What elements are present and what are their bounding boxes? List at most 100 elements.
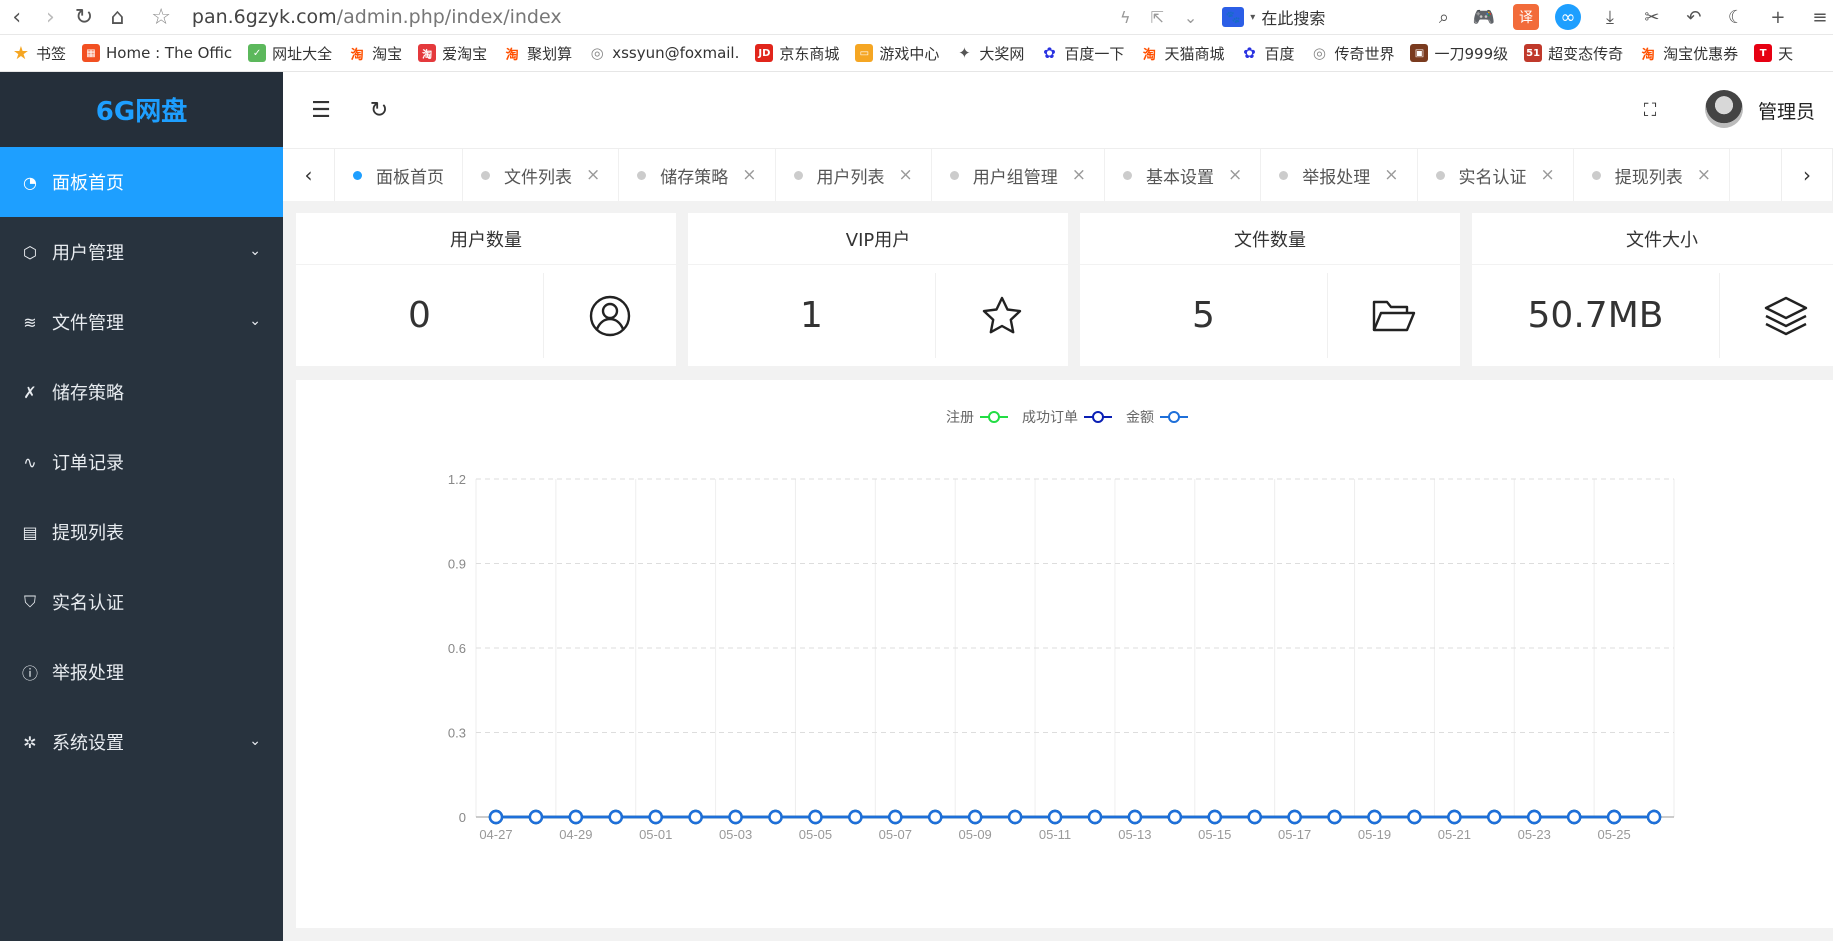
scissors-icon[interactable]: ✂ [1639, 4, 1665, 30]
bookmark-item[interactable]: ◎ xssyun@foxmail. [588, 44, 740, 62]
globe-icon: ◎ [1312, 44, 1327, 62]
refresh-icon[interactable]: ↻ [359, 90, 399, 130]
x-tick-label: 05-25 [1597, 827, 1630, 842]
bookmark-item[interactable]: 淘天猫商城 [1140, 43, 1225, 64]
bookmark-item[interactable]: ✦ 大奖网 [955, 43, 1024, 64]
fullscreen-icon[interactable]: ⛶ [1630, 90, 1670, 130]
bookmark-item[interactable]: ◎ 传奇世界 [1310, 43, 1395, 64]
download-icon[interactable]: ⤓ [1597, 4, 1623, 30]
bookmark-item[interactable]: 淘淘宝 [348, 43, 403, 64]
address-bar[interactable]: pan.6gzyk.com/admin.php/index/index [192, 6, 830, 28]
chevron-down-icon[interactable]: ⌄ [1184, 8, 1197, 27]
tmall-icon: T [1754, 44, 1773, 62]
moon-icon[interactable]: ☾ [1723, 4, 1749, 30]
tab[interactable]: 实名认证 × [1418, 149, 1574, 201]
x-tick-label: 05-07 [879, 827, 912, 842]
forward-icon[interactable]: › [34, 0, 68, 35]
search-box[interactable]: 🐾 ▾ 在此搜索 ⌕ [1222, 3, 1449, 31]
bookmark-star-icon[interactable]: ☆ [144, 5, 178, 30]
bookmark-item[interactable]: T天 [1754, 43, 1793, 64]
y-tick-label: 0 [459, 810, 466, 825]
close-icon[interactable]: × [586, 165, 600, 185]
sidebar-item[interactable]: ✗ 储存策略 [0, 357, 283, 427]
data-point [928, 809, 943, 825]
close-icon[interactable]: × [899, 165, 913, 185]
chevron-down-icon[interactable]: ⌄ [249, 733, 261, 749]
admin-name[interactable]: 管理员 [1758, 97, 1815, 124]
tab[interactable]: 用户列表 × [776, 149, 932, 201]
tab[interactable]: 提现列表 × [1574, 149, 1730, 201]
data-point [568, 809, 584, 825]
menu-icon[interactable]: ≡ [1807, 4, 1833, 30]
data-point [1606, 809, 1622, 825]
bookmark-item[interactable]: ▦ Home : The Offic [82, 44, 232, 62]
bookmark-item[interactable]: ▣ 一刀999级 [1410, 43, 1508, 64]
lightning-icon[interactable]: ϟ [1120, 8, 1131, 27]
app-logo[interactable]: 6G网盘 [0, 72, 283, 147]
close-icon[interactable]: × [1384, 165, 1398, 185]
tab-dot-icon [353, 170, 362, 180]
star-outline-icon [936, 273, 1068, 358]
sidebar-item[interactable]: ▤ 提现列表 [0, 497, 283, 567]
tab-scroll-left-icon[interactable]: ‹ [283, 149, 335, 201]
bookmark-item[interactable]: 51 超变态传奇 [1524, 43, 1623, 64]
chevron-down-icon[interactable]: ⌄ [249, 243, 261, 259]
bookmarks-bar: ★ 书签 ▦ Home : The Offic ✓ 网址大全淘淘宝淘爱淘宝淘聚划算 ◎ xss… [0, 35, 1833, 72]
undo-icon[interactable]: ↶ [1681, 4, 1707, 30]
close-icon[interactable]: × [1228, 165, 1242, 185]
reload-icon[interactable]: ↻ [67, 0, 101, 35]
sidebar-item[interactable]: ∿ 订单记录 [0, 427, 283, 497]
home-icon[interactable]: ⌂ [101, 0, 135, 35]
close-icon[interactable]: × [742, 165, 756, 185]
stat-title: VIP用户 [688, 213, 1068, 265]
bookmark-item[interactable]: 淘爱淘宝 [418, 43, 487, 64]
search-icon[interactable]: ⌕ [1439, 7, 1449, 28]
url-host: pan.6gzyk.com [191, 6, 337, 28]
collapse-menu-icon[interactable]: ☰ [301, 90, 341, 130]
bookmark-label: 游戏中心 [879, 44, 940, 63]
avatar[interactable] [1705, 90, 1743, 128]
share-icon[interactable]: ⇱ [1151, 8, 1164, 27]
sidebar-item[interactable]: ◔ 面板首页 [0, 147, 283, 217]
bookmark-item[interactable]: ✿ 百度一下 [1040, 43, 1124, 64]
game-extension-icon[interactable]: 🎮 [1471, 4, 1497, 30]
back-icon[interactable]: ‹ [0, 0, 34, 35]
close-icon[interactable]: × [1072, 165, 1086, 185]
stat-body: 5 [1080, 273, 1460, 358]
close-icon[interactable]: × [1697, 165, 1711, 185]
bookmark-item[interactable]: ▭ 游戏中心 [855, 43, 939, 64]
bookmark-item[interactable]: ✿ 百度 [1240, 43, 1294, 64]
stat-card: 文件数量 5 [1080, 213, 1460, 366]
sidebar-item[interactable]: ⓘ 举报处理 [0, 637, 283, 707]
tab[interactable]: 基本设置 × [1105, 149, 1262, 201]
translate-icon[interactable]: 译 [1512, 4, 1539, 30]
bookmark-item[interactable]: JD 京东商城 [755, 43, 839, 64]
tab-label: 面板首页 [376, 167, 444, 188]
tab[interactable]: 面板首页 [335, 149, 463, 201]
bookmark-item[interactable]: ✓ 网址大全 [248, 43, 332, 64]
search-engine-caret-icon[interactable]: ▾ [1250, 12, 1255, 23]
stat-value: 1 [688, 273, 936, 358]
tab[interactable]: 举报处理 × [1261, 149, 1418, 201]
tab-scroll-right-icon[interactable]: › [1781, 149, 1833, 201]
infinity-icon[interactable]: ∞ [1554, 4, 1581, 30]
sidebar-item[interactable]: ⛉ 实名认证 [0, 567, 283, 637]
stat-title: 文件大小 [1472, 213, 1833, 265]
close-icon[interactable]: × [1541, 165, 1555, 185]
tab[interactable]: 储存策略 × [619, 149, 776, 201]
tab[interactable]: 用户组管理 × [932, 149, 1105, 201]
chevron-down-icon[interactable]: ⌄ [249, 313, 261, 329]
tab-label: 用户组管理 [972, 167, 1058, 188]
sidebar-item[interactable]: ≋ 文件管理 ⌄ [0, 287, 283, 357]
sidebar-item[interactable]: ⬡ 用户管理 ⌄ [0, 217, 283, 287]
new-tab-icon[interactable]: + [1765, 4, 1791, 30]
bookmark-item[interactable]: ★ 书签 [12, 43, 66, 64]
search-input[interactable]: 在此搜索 [1261, 5, 1439, 29]
tab[interactable]: 文件列表 × [463, 149, 620, 201]
sidebar-item[interactable]: ✲ 系统设置 ⌄ [0, 707, 283, 777]
y-tick-label: 1.2 [448, 472, 466, 487]
bookmark-item[interactable]: 淘聚划算 [503, 43, 573, 64]
tab-dot-icon [1279, 170, 1289, 180]
bookmark-item[interactable]: 淘淘宝优惠券 [1639, 43, 1739, 64]
stat-card: 文件大小 50.7MB [1472, 213, 1833, 366]
